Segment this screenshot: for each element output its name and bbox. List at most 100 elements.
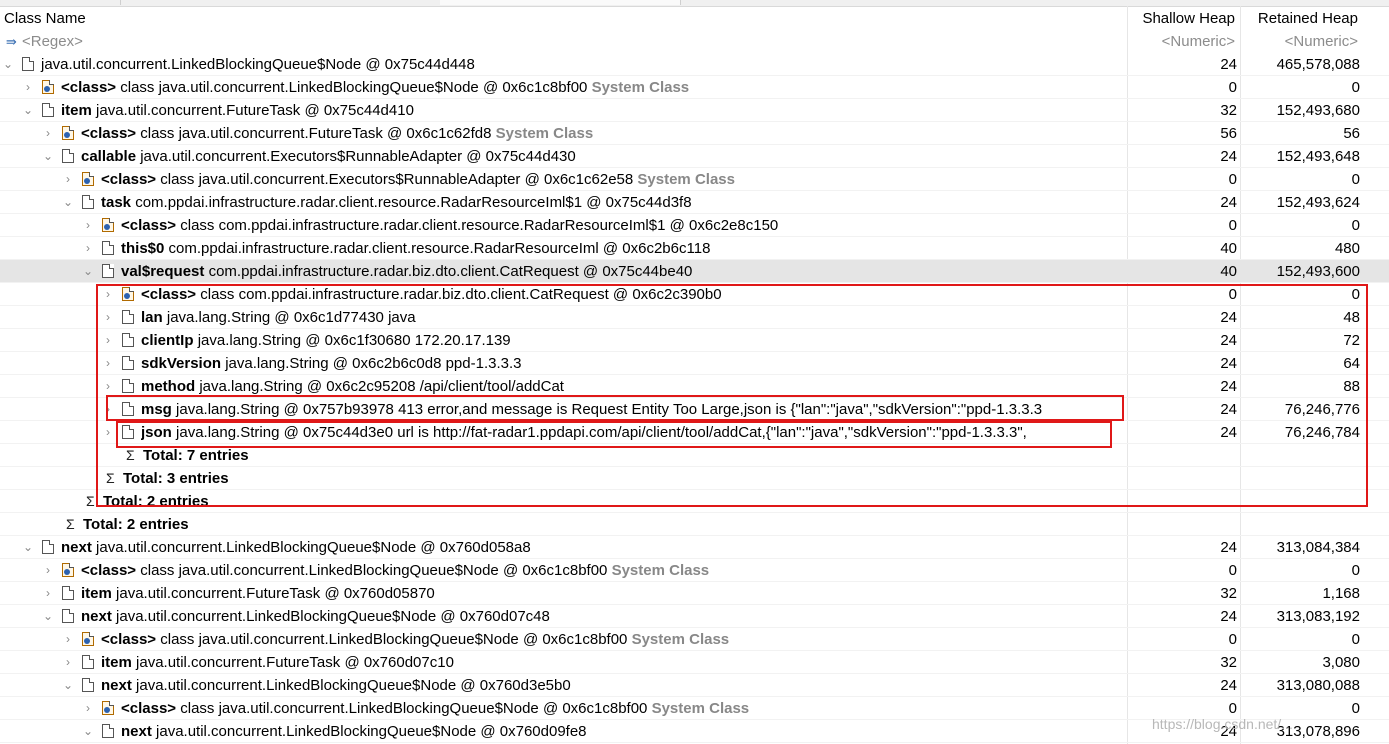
table-row[interactable]: › json java.lang.String @ 0x75c44d3e0 ur… xyxy=(0,421,1389,444)
table-row[interactable]: ⌄ task com.ppdai.infrastructure.radar.cl… xyxy=(0,191,1389,214)
table-row[interactable]: › msg java.lang.String @ 0x757b93978 413… xyxy=(0,398,1389,421)
chevron-right-icon[interactable]: › xyxy=(22,76,34,99)
table-row[interactable]: › lan java.lang.String @ 0x6c1d77430 jav… xyxy=(0,306,1389,329)
table-row[interactable]: ⌄ java.util.concurrent.LinkedBlockingQue… xyxy=(0,53,1389,76)
chevron-down-icon[interactable]: ⌄ xyxy=(82,720,94,743)
retained-heap-value: 152,493,600 xyxy=(1276,263,1360,280)
table-row[interactable]: › this$0 com.ppdai.infrastructure.radar.… xyxy=(0,237,1389,260)
chevron-right-icon[interactable]: › xyxy=(62,628,74,651)
chevron-right-icon[interactable]: › xyxy=(102,283,114,306)
table-row[interactable]: › <class> class java.util.concurrent.Lin… xyxy=(0,76,1389,99)
chevron-right-icon[interactable]: › xyxy=(102,352,114,375)
chevron-down-icon[interactable]: ⌄ xyxy=(42,145,54,168)
chevron-right-icon[interactable]: › xyxy=(42,582,54,605)
table-row[interactable]: › <class> class java.util.concurrent.Fut… xyxy=(0,122,1389,145)
retained-heap-value: 64 xyxy=(1343,355,1360,372)
object-label: java.util.concurrent.Executors$RunnableA… xyxy=(140,148,576,165)
shallow-heap-value: 32 xyxy=(1220,654,1237,671)
shallow-heap-value: 32 xyxy=(1220,585,1237,602)
chevron-right-icon[interactable]: › xyxy=(62,651,74,674)
retained-heap-value: 313,084,384 xyxy=(1276,539,1360,556)
shallow-heap-value: 40 xyxy=(1220,263,1237,280)
chevron-down-icon[interactable]: ⌄ xyxy=(82,260,94,283)
column-header-retained-heap[interactable]: Retained Heap xyxy=(1240,7,1358,30)
object-icon xyxy=(62,609,74,623)
regex-filter-input[interactable]: <Regex> xyxy=(22,30,83,53)
table-row[interactable]: › <class> class java.util.concurrent.Lin… xyxy=(0,559,1389,582)
chevron-right-icon[interactable]: › xyxy=(102,421,114,444)
field-name: <class> xyxy=(121,217,177,234)
table-row[interactable]: › <class> class java.util.concurrent.Exe… xyxy=(0,168,1389,191)
table-row[interactable]: › sdkVersion java.lang.String @ 0x6c2b6c… xyxy=(0,352,1389,375)
object-icon xyxy=(102,264,114,278)
field-name: lan xyxy=(141,309,163,326)
table-row[interactable]: › <class> class com.ppdai.infrastructure… xyxy=(0,283,1389,306)
retained-heap-value: 152,493,680 xyxy=(1276,102,1360,119)
chevron-down-icon[interactable]: ⌄ xyxy=(2,53,14,76)
field-name: next xyxy=(101,677,132,694)
object-label: java.lang.String @ 0x6c2c95208 /api/clie… xyxy=(199,378,564,395)
table-row[interactable]: › <class> class com.ppdai.infrastructure… xyxy=(0,214,1389,237)
table-row[interactable]: › item java.util.concurrent.FutureTask @… xyxy=(0,582,1389,605)
table-header: Class Name Shallow Heap Retained Heap xyxy=(0,7,1389,30)
object-label: java.util.concurrent.LinkedBlockingQueue… xyxy=(116,608,550,625)
table-row[interactable]: ⌄ callable java.util.concurrent.Executor… xyxy=(0,145,1389,168)
table-row[interactable]: ⌄ item java.util.concurrent.FutureTask @… xyxy=(0,99,1389,122)
column-header-class-name[interactable]: Class Name xyxy=(4,7,86,30)
retained-heap-value: 88 xyxy=(1343,378,1360,395)
chevron-right-icon[interactable]: › xyxy=(102,375,114,398)
table-row[interactable]: › method java.lang.String @ 0x6c2c95208 … xyxy=(0,375,1389,398)
chevron-right-icon[interactable]: › xyxy=(82,237,94,260)
table-row[interactable]: › item java.util.concurrent.FutureTask @… xyxy=(0,651,1389,674)
chevron-right-icon[interactable]: › xyxy=(102,306,114,329)
table-row[interactable]: › <class> class java.util.concurrent.Lin… xyxy=(0,628,1389,651)
chevron-right-icon[interactable]: › xyxy=(42,122,54,145)
table-row[interactable]: › clientIp java.lang.String @ 0x6c1f3068… xyxy=(0,329,1389,352)
object-label: com.ppdai.infrastructure.radar.client.re… xyxy=(135,194,692,211)
object-icon xyxy=(122,402,134,416)
chevron-right-icon[interactable]: › xyxy=(82,697,94,720)
shallow-heap-value: 24 xyxy=(1220,378,1237,395)
field-name: <class> xyxy=(81,125,137,142)
editor-tab[interactable] xyxy=(0,0,121,5)
chevron-down-icon[interactable]: ⌄ xyxy=(22,99,34,122)
object-icon xyxy=(122,356,134,370)
field-name: next xyxy=(61,539,92,556)
editor-tab-active[interactable] xyxy=(440,0,681,5)
chevron-down-icon[interactable]: ⌄ xyxy=(62,191,74,214)
field-name: <class> xyxy=(121,700,177,717)
object-label: java.util.concurrent.LinkedBlockingQueue… xyxy=(96,539,531,556)
field-name: clientIp xyxy=(141,332,194,349)
shallow-heap-filter-input[interactable]: <Numeric> xyxy=(1127,30,1235,53)
chevron-right-icon[interactable]: › xyxy=(62,168,74,191)
object-icon xyxy=(122,379,134,393)
object-label: java.lang.String @ 0x6c2b6c0d8 ppd-1.3.3… xyxy=(225,355,522,372)
object-icon xyxy=(62,586,74,600)
chevron-down-icon[interactable]: ⌄ xyxy=(22,536,34,559)
retained-heap-value: 0 xyxy=(1351,217,1360,234)
object-tree: ⌄ java.util.concurrent.LinkedBlockingQue… xyxy=(0,53,1389,743)
table-row-selected[interactable]: ⌄ val$request com.ppdai.infrastructure.r… xyxy=(0,260,1389,283)
sigma-icon: Σ xyxy=(126,447,135,463)
table-row[interactable]: ⌄ next java.util.concurrent.LinkedBlocki… xyxy=(0,536,1389,559)
sigma-icon: Σ xyxy=(86,493,95,509)
system-class-label: System Class xyxy=(631,631,730,648)
retained-heap-value: 152,493,624 xyxy=(1276,194,1360,211)
retained-heap-filter-input[interactable]: <Numeric> xyxy=(1240,30,1358,53)
chevron-right-icon[interactable]: › xyxy=(102,329,114,352)
object-icon xyxy=(122,333,134,347)
class-object-icon xyxy=(82,172,94,186)
chevron-down-icon[interactable]: ⌄ xyxy=(62,674,74,697)
shallow-heap-value: 0 xyxy=(1228,562,1237,579)
editor-tab[interactable] xyxy=(120,0,441,5)
total-row: Σ Total: 7 entries xyxy=(0,444,1389,467)
table-row[interactable]: ⌄ next java.util.concurrent.LinkedBlocki… xyxy=(0,674,1389,697)
chevron-right-icon[interactable]: › xyxy=(42,559,54,582)
chevron-right-icon[interactable]: › xyxy=(102,398,114,421)
field-name: this$0 xyxy=(121,240,165,257)
system-class-label: System Class xyxy=(611,562,710,579)
chevron-down-icon[interactable]: ⌄ xyxy=(42,605,54,628)
chevron-right-icon[interactable]: › xyxy=(82,214,94,237)
column-header-shallow-heap[interactable]: Shallow Heap xyxy=(1127,7,1235,30)
table-row[interactable]: ⌄ next java.util.concurrent.LinkedBlocki… xyxy=(0,605,1389,628)
